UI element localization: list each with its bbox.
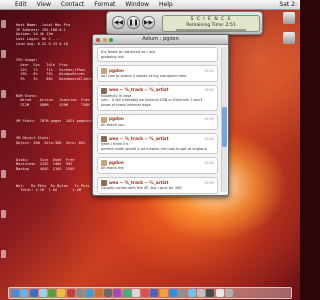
- previous-track-button[interactable]: ◀◀: [112, 16, 125, 29]
- message-list: It's faster on ethernet as i use probabl…: [97, 47, 218, 195]
- message-text: so i has to spend 4 weeks of my computer…: [101, 74, 187, 79]
- strip-marker: [1, 170, 6, 178]
- pause-button[interactable]: ❚❚: [127, 16, 140, 29]
- strip-marker: [1, 130, 6, 138]
- stats-disks: Disks: Size Used Free Macintosh 233G 140…: [16, 157, 75, 171]
- message-time: 19:31: [204, 68, 214, 73]
- chat-message: wes -- %_track -- %_artist 19:52 hopefull…: [97, 84, 218, 111]
- stats-cpu: CPU Usage: User Sys Idle Proc 22% 7% 71%…: [16, 58, 92, 81]
- calendar-icon[interactable]: [66, 289, 75, 297]
- stats-vm: VM Stats: 707M pages 1024 pageins: [16, 119, 92, 124]
- message-text: Usually comes with the SP, but I give fo…: [101, 185, 182, 190]
- system-preferences-icon[interactable]: [178, 289, 187, 297]
- ichat-icon[interactable]: [48, 289, 57, 297]
- app-icon[interactable]: [131, 289, 140, 297]
- minimize-icon[interactable]: [102, 38, 107, 42]
- app-icon[interactable]: [113, 289, 122, 297]
- message-text: It's faster on ethernet as i use probabl…: [101, 50, 155, 59]
- message-sender: wes -- %_track -- %_artist: [109, 135, 169, 141]
- progress-bar[interactable]: [176, 29, 246, 31]
- menu-format[interactable]: Format: [89, 1, 120, 8]
- strip-marker: [1, 250, 6, 258]
- terminal-icon[interactable]: [103, 289, 112, 297]
- itunes-mini-player: ◀◀ ❚❚ ▶▶ S C I E N C E Remaining Time: 2…: [106, 11, 263, 35]
- desktop-icon-strip: [0, 10, 7, 280]
- hard-drive-icon[interactable]: [283, 32, 295, 44]
- chat-message: pgdon 19:54 oh thank me: [97, 157, 218, 174]
- menubar-clock[interactable]: Sat 2:: [279, 1, 300, 8]
- message-time: 19:53: [204, 136, 214, 141]
- message-text: oh thank me: [101, 166, 124, 171]
- app-icon[interactable]: [159, 289, 168, 297]
- message-text: oh thank you: [101, 122, 125, 127]
- message-time: 19:52: [204, 88, 214, 93]
- hard-drive-icon[interactable]: [283, 12, 295, 24]
- safari-icon[interactable]: [38, 289, 47, 297]
- app-icon[interactable]: [122, 289, 131, 297]
- avatar: [101, 116, 107, 123]
- address-book-icon[interactable]: [76, 289, 85, 297]
- chat-scrollbar[interactable]: [221, 47, 227, 192]
- message-sender: wes -- %_track -- %_artist: [109, 87, 169, 93]
- menu-bar: Edit View Contact Format Window Help Sat…: [0, 0, 300, 10]
- strip-marker: [1, 90, 6, 98]
- message-sender: pgdon: [109, 116, 124, 122]
- chat-message: It's faster on ethernet as i use probabl…: [97, 47, 218, 63]
- app-icon[interactable]: [169, 289, 178, 297]
- message-text: hopefully in case yes... it will probabl…: [101, 93, 203, 107]
- documents-folder-icon[interactable]: [215, 289, 224, 297]
- chat-message: wes -- %_track -- %_artist 19:55 Usually …: [97, 176, 218, 194]
- app-icon[interactable]: [141, 289, 150, 297]
- message-time: 19:55: [204, 180, 214, 185]
- finder-icon[interactable]: [11, 289, 19, 297]
- message-sender: wes -- %_track -- %_artist: [109, 179, 169, 185]
- menu-window[interactable]: Window: [120, 1, 154, 8]
- now-playing-display[interactable]: S C I E N C E Remaining Time: 2:51: [162, 15, 260, 32]
- dashboard-icon[interactable]: [20, 289, 29, 297]
- menu-view[interactable]: View: [32, 1, 56, 8]
- app-icon[interactable]: [206, 289, 215, 297]
- message-text: yeah i think it's perfect math would a l…: [101, 142, 207, 151]
- trash-icon[interactable]: [224, 289, 233, 297]
- message-time: 19:54: [204, 161, 214, 166]
- message-sender: pgdon: [109, 67, 124, 73]
- track-title: S C I E N C E: [190, 17, 232, 22]
- chat-message: pgdon 19:52 oh thank you: [97, 113, 218, 131]
- scrollbar-thumb[interactable]: [222, 107, 227, 147]
- adium-chat-window: Adium : pgdon It's faster on ethernet as…: [92, 34, 229, 196]
- message-time: 19:52: [204, 117, 214, 122]
- menu-edit[interactable]: Edit: [10, 1, 32, 8]
- chat-title: Adium : pgdon: [142, 36, 179, 42]
- message-sender: pgdon: [109, 160, 124, 166]
- menu-contact[interactable]: Contact: [56, 1, 89, 8]
- close-icon[interactable]: [96, 38, 100, 42]
- next-track-button[interactable]: ▶▶: [142, 16, 155, 29]
- remaining-time: Remaining Time: 2:51: [186, 23, 236, 28]
- app-icon[interactable]: [187, 289, 196, 297]
- strip-marker: [1, 210, 6, 218]
- adium-icon[interactable]: [57, 289, 66, 297]
- dock: [8, 287, 292, 299]
- strip-marker: [1, 20, 6, 28]
- chat-message: pgdon 19:31 so i has to spend 4 weeks of …: [97, 65, 218, 82]
- zoom-icon[interactable]: [109, 38, 114, 42]
- itunes-icon[interactable]: [85, 289, 94, 297]
- mail-icon[interactable]: [29, 289, 38, 297]
- stats-network: Net: Rx Pkts Rx Bytes Tx Pkts Tx Bytes T…: [16, 183, 111, 193]
- stats-ram: RAM Stats: Wired Active Inactive Free 31…: [16, 93, 90, 107]
- app-icon[interactable]: [196, 289, 205, 297]
- stats-host: Host Name: .local Mac Pro IP Address: 19…: [16, 23, 71, 46]
- chat-message: wes -- %_track -- %_artist 19:53 yeah i t…: [97, 133, 218, 155]
- stats-vm-object: VM Object Stats: Object: 400 Zero:300 Ze…: [16, 136, 86, 145]
- iphoto-icon[interactable]: [94, 289, 103, 297]
- avatar: [101, 87, 107, 94]
- system-stats-overlay: Host Name: .local Mac Pro IP Address: 19…: [16, 14, 111, 200]
- desktop-drive-icons: [280, 10, 298, 52]
- app-icon[interactable]: [150, 289, 159, 297]
- strip-marker: [1, 50, 6, 58]
- chat-title-bar[interactable]: Adium : pgdon: [93, 35, 228, 45]
- menu-help[interactable]: Help: [154, 1, 178, 8]
